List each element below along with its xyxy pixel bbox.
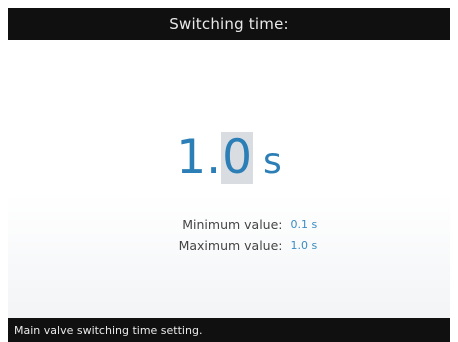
minimum-value-label: Minimum value: (182, 217, 283, 232)
frame-left (0, 0, 8, 342)
switching-time-screen: Switching time: 1.0 s Minimum value: 0.1 … (0, 0, 458, 342)
maximum-value: 1.0 s (290, 239, 318, 252)
maximum-value-row: Maximum value: 1.0 s (8, 235, 450, 256)
page-title: Switching time: (169, 15, 289, 33)
value-integer-part[interactable]: 1. (176, 130, 221, 185)
frame-right (450, 0, 458, 342)
status-bar: Main valve switching time setting. (8, 318, 450, 342)
value-limits: Minimum value: 0.1 s Maximum value: 1.0 … (8, 214, 450, 256)
header-bar: Switching time: (8, 8, 450, 40)
main-content: 1.0 s Minimum value: 0.1 s Maximum value:… (8, 40, 450, 318)
minimum-value: 0.1 s (290, 218, 318, 231)
value-selected-digit[interactable]: 0 (221, 132, 253, 184)
value-unit: s (262, 141, 282, 182)
switching-time-value-editor[interactable]: 1.0 s (8, 130, 450, 185)
status-text: Main valve switching time setting. (14, 323, 203, 337)
maximum-value-label: Maximum value: (178, 238, 283, 253)
minimum-value-row: Minimum value: 0.1 s (8, 214, 450, 235)
